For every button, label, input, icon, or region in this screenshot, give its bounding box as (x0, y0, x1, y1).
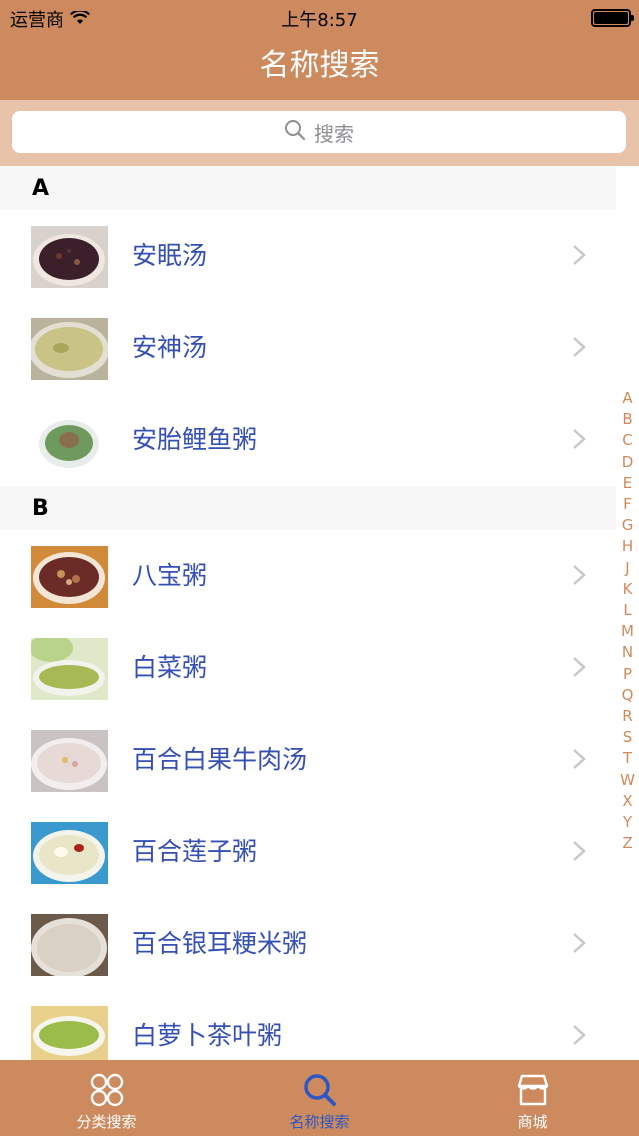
index-letter[interactable]: K (623, 579, 633, 600)
chevron-right-icon (573, 841, 586, 861)
index-letter[interactable]: Z (622, 833, 632, 854)
row-label: 八宝粥 (132, 561, 208, 590)
index-letter[interactable]: R (622, 706, 632, 727)
lily-tremella-rice-porridge-thumbnail (31, 914, 108, 976)
section-index[interactable]: A B C D E F G H J K L M N P Q R S T W X … (616, 388, 639, 854)
index-letter[interactable]: Y (623, 812, 632, 833)
list-item[interactable]: 八宝粥 (0, 530, 616, 622)
index-letter[interactable]: N (622, 642, 633, 663)
section-header-a: A (0, 166, 616, 210)
status-time: 上午8:57 (281, 10, 358, 31)
index-letter[interactable]: D (622, 452, 634, 473)
tab-label: 名称搜索 (289, 1113, 350, 1131)
tab-bar: 分类搜索 名称搜索 商城 (0, 1060, 639, 1136)
index-letter[interactable]: W (620, 770, 635, 791)
index-letter[interactable]: H (622, 536, 633, 557)
chevron-right-icon (573, 749, 586, 769)
index-letter[interactable]: S (623, 727, 633, 748)
search-icon (303, 1074, 336, 1106)
index-letter[interactable]: C (622, 430, 632, 451)
purple-rice-soup-thumbnail (31, 226, 108, 288)
index-letter[interactable]: J (625, 558, 629, 579)
search-placeholder: 搜索 (314, 121, 354, 146)
row-label: 百合银耳粳米粥 (132, 929, 308, 958)
chevron-right-icon (573, 1025, 586, 1045)
store-icon (517, 1074, 548, 1106)
chevron-right-icon (573, 933, 586, 953)
search-bar: 搜索 (0, 100, 639, 166)
section-header-b: B (0, 486, 616, 530)
chevron-right-icon (573, 245, 586, 265)
nav-bar: 名称搜索 (0, 40, 639, 100)
list-item[interactable]: 白菜粥 (0, 622, 616, 714)
list-item[interactable]: 百合白果牛肉汤 (0, 714, 616, 806)
chevron-right-icon (573, 337, 586, 357)
index-letter[interactable]: L (623, 600, 631, 621)
list-item[interactable]: 百合银耳粳米粥 (0, 898, 616, 990)
list-item[interactable]: 安胎鲤鱼粥 (0, 394, 616, 486)
row-label: 白萝卜茶叶粥 (132, 1021, 283, 1050)
tab-label: 商城 (517, 1113, 548, 1131)
tab-store[interactable]: 商城 (426, 1060, 639, 1136)
cabbage-porridge-thumbnail (31, 638, 108, 700)
index-letter[interactable]: F (623, 494, 632, 515)
search-icon (284, 119, 306, 146)
index-letter[interactable]: T (623, 748, 632, 769)
row-label: 安眠汤 (132, 241, 208, 270)
recipe-list[interactable]: A 安眠汤 安神汤 安胎鲤鱼粥 B 八宝粥 白菜粥 百合白果牛肉汤 百合莲子粥 … (0, 166, 616, 1060)
row-label: 安胎鲤鱼粥 (132, 425, 258, 454)
eight-treasure-porridge-thumbnail (31, 546, 108, 608)
index-letter[interactable]: P (623, 664, 632, 685)
index-letter[interactable]: G (622, 515, 634, 536)
page-title: 名称搜索 (259, 48, 380, 83)
radish-tea-porridge-thumbnail (31, 1006, 108, 1060)
tab-name-search[interactable]: 名称搜索 (213, 1060, 426, 1136)
section-letter: A (32, 176, 50, 201)
category-icon (90, 1073, 123, 1107)
index-letter[interactable]: M (621, 621, 634, 642)
chevron-right-icon (573, 565, 586, 585)
status-bar: 运营商 上午8:57 (0, 0, 639, 40)
list-item[interactable]: 安神汤 (0, 302, 616, 394)
tab-label: 分类搜索 (76, 1113, 137, 1131)
row-label: 安神汤 (132, 333, 208, 362)
carp-porridge-thumbnail (31, 410, 108, 472)
lily-lotus-seed-porridge-thumbnail (31, 822, 108, 884)
lily-ginkgo-beef-soup-thumbnail (31, 730, 108, 792)
list-item[interactable]: 安眠汤 (0, 210, 616, 302)
green-soup-thumbnail (31, 318, 108, 380)
row-label: 白菜粥 (132, 653, 208, 682)
index-letter[interactable]: A (622, 388, 632, 409)
chevron-right-icon (573, 657, 586, 677)
index-letter[interactable]: Q (622, 685, 634, 706)
index-letter[interactable]: B (622, 409, 632, 430)
list-item[interactable]: 百合莲子粥 (0, 806, 616, 898)
index-letter[interactable]: E (623, 473, 632, 494)
battery-icon (591, 9, 634, 27)
index-letter[interactable]: X (622, 791, 632, 812)
chevron-right-icon (573, 429, 586, 449)
search-input[interactable]: 搜索 (12, 111, 626, 153)
row-label: 百合莲子粥 (132, 837, 258, 866)
tab-category-search[interactable]: 分类搜索 (0, 1060, 213, 1136)
row-label: 百合白果牛肉汤 (132, 745, 308, 774)
section-letter: B (32, 496, 49, 521)
list-item[interactable]: 白萝卜茶叶粥 (0, 990, 616, 1060)
